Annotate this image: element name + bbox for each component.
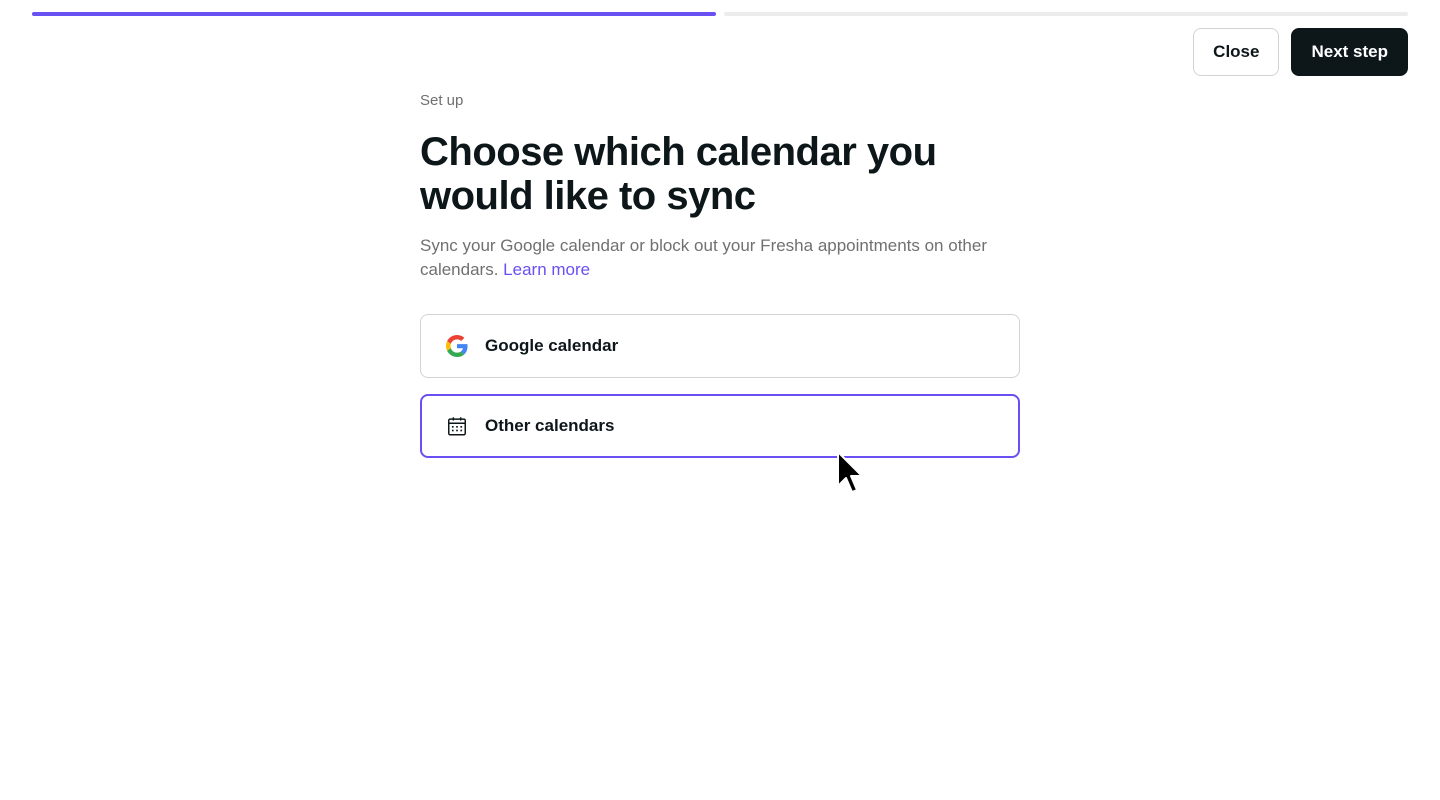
calendar-options: Google calendar Other calendars [420, 314, 1020, 458]
page-title: Choose which calendar you would like to … [420, 130, 937, 218]
eyebrow-label: Set up [420, 92, 464, 109]
header-actions: Close Next step [1193, 28, 1408, 76]
calendar-icon [445, 414, 469, 438]
main-content: Set up Choose which calendar you would l… [420, 88, 1020, 458]
page-description: Sync your Google calendar or block out y… [420, 234, 1020, 282]
progress-bar [32, 12, 1408, 16]
option-google-calendar[interactable]: Google calendar [420, 314, 1020, 378]
option-label: Other calendars [485, 416, 615, 435]
option-label: Google calendar [485, 336, 619, 355]
next-step-button[interactable]: Next step [1291, 28, 1408, 76]
option-other-calendars[interactable]: Other calendars [420, 394, 1020, 458]
close-button[interactable]: Close [1193, 28, 1280, 76]
progress-step-1 [32, 12, 716, 16]
progress-step-2 [724, 12, 1408, 16]
learn-more-link[interactable]: Learn more [503, 260, 590, 279]
google-icon [445, 334, 469, 358]
